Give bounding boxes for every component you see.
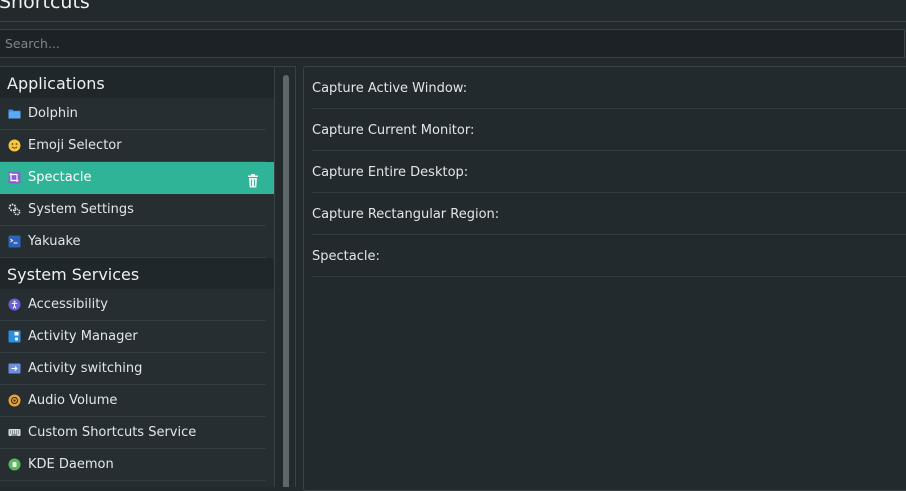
accessibility-icon	[8, 298, 21, 311]
component-list: Applications Dolphin Emoji Selector Spec…	[0, 67, 274, 481]
shortcut-row[interactable]: Capture Entire Desktop:	[304, 151, 906, 193]
list-item-activity-manager[interactable]: Activity Manager	[0, 321, 274, 353]
folder-icon	[8, 107, 21, 120]
list-item-activity-switching[interactable]: Activity switching	[0, 353, 274, 385]
list-item-yakuake[interactable]: Yakuake	[0, 226, 274, 258]
list-item-label: Activity switching	[28, 361, 143, 376]
category-header-applications: Applications	[0, 67, 274, 98]
search-input[interactable]	[0, 30, 904, 57]
title-divider	[0, 21, 906, 22]
shortcut-label: Capture Entire Desktop:	[312, 165, 469, 180]
list-item-spectacle[interactable]: Spectacle	[0, 162, 274, 194]
list-item-audio-volume[interactable]: Audio Volume	[0, 385, 274, 417]
page-title: Shortcuts	[0, 0, 90, 13]
component-list-panel: Applications Dolphin Emoji Selector Spec…	[0, 66, 296, 487]
shortcut-label: Spectacle:	[312, 249, 380, 264]
audio-volume-icon	[8, 394, 21, 407]
list-item-label: Accessibility	[28, 297, 108, 312]
list-item-label: Yakuake	[28, 234, 81, 249]
kde-daemon-icon	[8, 458, 21, 471]
activity-switching-icon	[8, 362, 21, 375]
keyboard-icon	[8, 426, 21, 439]
shortcut-row[interactable]: Capture Active Window:	[304, 67, 906, 109]
list-item-label: Audio Volume	[28, 393, 118, 408]
shortcut-row[interactable]: Capture Current Monitor:	[304, 109, 906, 151]
emoji-icon	[8, 139, 21, 152]
list-item-system-settings[interactable]: System Settings	[0, 194, 274, 226]
shortcuts-panel: Capture Active Window: Capture Current M…	[303, 66, 906, 491]
list-item-accessibility[interactable]: Accessibility	[0, 289, 274, 321]
spectacle-icon	[8, 171, 21, 184]
shortcut-row[interactable]: Capture Rectangular Region:	[304, 193, 906, 235]
list-item-custom-shortcuts-service[interactable]: Custom Shortcuts Service	[0, 417, 274, 449]
list-item-label: Dolphin	[28, 106, 78, 121]
list-item-label: KDE Daemon	[28, 457, 114, 472]
shortcut-label: Capture Current Monitor:	[312, 123, 475, 138]
terminal-icon	[8, 235, 21, 248]
search-box[interactable]	[0, 29, 905, 58]
trash-icon[interactable]	[245, 170, 261, 188]
list-item-label: Spectacle	[28, 170, 92, 185]
shortcut-row[interactable]: Spectacle:	[304, 235, 906, 277]
shortcut-label: Capture Rectangular Region:	[312, 207, 500, 222]
scrollbar-thumb[interactable]	[283, 75, 289, 487]
list-item-label: Custom Shortcuts Service	[28, 425, 197, 440]
list-item-kde-daemon[interactable]: KDE Daemon	[0, 449, 274, 481]
list-item-label: Emoji Selector	[28, 138, 122, 153]
list-item-label: System Settings	[28, 202, 134, 217]
shortcut-label: Capture Active Window:	[312, 81, 468, 96]
settings-icon	[8, 203, 21, 216]
category-header-system-services: System Services	[0, 258, 274, 289]
list-item-label: Activity Manager	[28, 329, 138, 344]
list-item-dolphin[interactable]: Dolphin	[0, 98, 274, 130]
list-item-emoji-selector[interactable]: Emoji Selector	[0, 130, 274, 162]
activity-manager-icon	[8, 330, 21, 343]
